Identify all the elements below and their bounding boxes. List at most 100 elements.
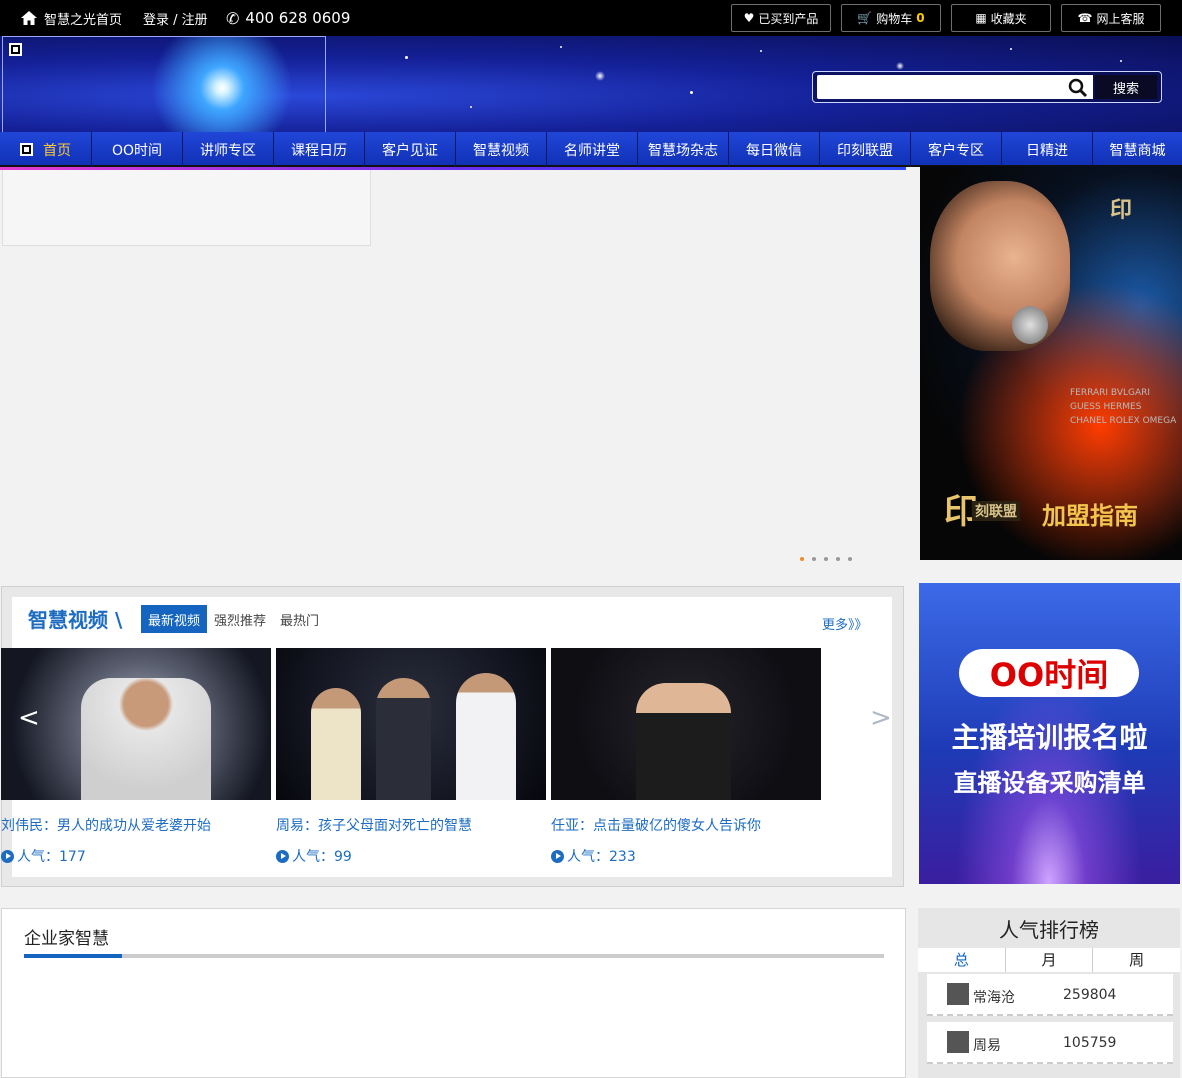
chat-icon: ☎ [1077, 11, 1093, 25]
slider-dot[interactable] [848, 557, 852, 561]
ranking-title: 人气排行榜 [999, 918, 1099, 942]
broken-image-icon [9, 43, 22, 56]
home-label: 智慧之光首页 [44, 12, 123, 28]
phone-text: 400 628 0609 [245, 9, 351, 27]
nav-item-wisdom-mall[interactable]: 智慧商城 [1093, 132, 1182, 167]
header-banner: 搜索 [0, 36, 1182, 132]
logo-placeholder[interactable] [2, 36, 326, 132]
slider-dots [800, 557, 852, 561]
nav-item-wisdom-video[interactable]: 智慧视频 [456, 132, 547, 167]
ranking-value: 105759 [1063, 1035, 1117, 1051]
tab-latest-videos[interactable]: 最新视频 [141, 605, 208, 633]
favorites-button[interactable]: ▦ 收藏夹 [951, 4, 1051, 32]
enterprise-wisdom-section [1, 908, 906, 1078]
ad-brand-list: FERRARI BVLGARI GUESS HERMES CHANEL ROLE… [1070, 388, 1177, 426]
avatar [947, 1031, 969, 1053]
play-icon [551, 849, 564, 863]
video-thumbnail[interactable] [551, 648, 821, 800]
nav-item-customer-zone[interactable]: 客户专区 [911, 132, 1002, 167]
carousel-next-arrow[interactable]: > [870, 703, 892, 733]
cart-icon: 🛒 [857, 11, 873, 25]
oo-time-logo: OO时间 [959, 649, 1139, 697]
nav-item-daily-progress[interactable]: 日精进 [1002, 132, 1093, 167]
nav-item-imprint-alliance[interactable]: 印刻联盟 [820, 132, 911, 167]
broken-image-icon [20, 143, 33, 156]
home-icon [21, 11, 37, 25]
cart-button[interactable]: 🛒 购物车 0 [841, 4, 941, 32]
cart-label: 购物车 [876, 11, 913, 26]
search-input[interactable] [817, 75, 1093, 99]
microphone-icon [1012, 306, 1048, 344]
nav-item-master-lectures[interactable]: 名师讲堂 [547, 132, 638, 167]
section-underline [24, 954, 884, 958]
bought-products-button[interactable]: ♥ 已买到产品 [731, 4, 831, 32]
speaker-photo [930, 181, 1070, 351]
cart-count: 0 [916, 11, 925, 25]
video-caption[interactable]: 周易：孩子父母面对死亡的智慧 [276, 815, 472, 835]
slider-dot[interactable] [836, 557, 840, 561]
popularity-text: 人气：99 [292, 849, 352, 865]
video-thumbnail[interactable] [276, 648, 546, 800]
tab-most-popular[interactable]: 最热门 [273, 605, 326, 633]
carousel-prev-arrow[interactable]: < [18, 703, 40, 733]
ranking-name: 常海沧 [973, 990, 1015, 1006]
ranking-row[interactable]: 常海沧 259804 [927, 974, 1173, 1016]
oo-time-ad-banner[interactable]: OO时间 主播培训报名啦 直播设备采购清单 [919, 583, 1180, 884]
video-thumbnail[interactable] [1, 648, 271, 800]
ad-line-2: 直播设备采购清单 [953, 769, 1146, 797]
video-caption[interactable]: 任亚：点击量破亿的傻女人告诉你 [551, 815, 761, 835]
ranking-tab-month[interactable]: 月 [1006, 948, 1094, 972]
popularity-text: 人气：233 [567, 849, 636, 865]
slider-image-placeholder[interactable] [2, 170, 371, 246]
nav-label: 首页 [43, 142, 71, 159]
home-link[interactable]: 智慧之光首页 [20, 0, 122, 36]
heart-icon: ♥ [743, 11, 755, 25]
ranking-value: 259804 [1063, 987, 1117, 1003]
tab-recommended[interactable]: 强烈推荐 [207, 605, 273, 633]
video-popularity: 人气：177 [1, 846, 86, 866]
nav-item-home[interactable]: 首页 [0, 132, 92, 167]
top-bar: 智慧之光首页 登录 / 注册 ✆ 400 628 0609 ♥ 已买到产品 🛒 … [0, 0, 1182, 36]
play-icon [276, 849, 289, 863]
play-icon [1, 849, 14, 863]
phone-icon: ✆ [226, 8, 240, 28]
search-icon[interactable] [1068, 78, 1088, 98]
nav-item-magazine[interactable]: 智慧场杂志 [638, 132, 729, 167]
slider-dot[interactable] [824, 557, 828, 561]
nav-item-testimonials[interactable]: 客户见证 [365, 132, 456, 167]
nav-item-oo-time[interactable]: OO时间 [92, 132, 183, 167]
ranking-tab-week[interactable]: 周 [1093, 948, 1180, 972]
main-nav: 首页 OO时间 讲师专区 课程日历 客户见证 智慧视频 名师讲堂 智慧场杂志 每… [0, 132, 1182, 167]
alliance-ad-banner[interactable]: 印 FERRARI BVLGARI GUESS HERMES CHANEL RO… [920, 166, 1182, 560]
ranking-name: 周易 [973, 1038, 1001, 1054]
favorites-label: 收藏夹 [990, 11, 1027, 26]
nav-item-lecturers[interactable]: 讲师专区 [183, 132, 274, 167]
search-box: 搜索 [812, 71, 1162, 103]
ad-brand-sub: 刻联盟 [972, 501, 1020, 521]
ad-title: 加盟指南 [1042, 502, 1138, 530]
enterprise-wisdom-title: 企业家智慧 [24, 929, 109, 949]
popularity-text: 人气：177 [17, 849, 86, 865]
video-tabs: 最新视频 强烈推荐 最热门 [141, 605, 326, 633]
nav-item-course-calendar[interactable]: 课程日历 [274, 132, 365, 167]
ad-line-1: 主播培训报名啦 [951, 721, 1148, 754]
ad-logo: 印 [1110, 197, 1133, 223]
bought-products-label: 已买到产品 [758, 11, 819, 26]
ranking-row[interactable]: 周易 105759 [927, 1022, 1173, 1064]
ranking-tab-total[interactable]: 总 [918, 948, 1006, 972]
slider-dot[interactable] [812, 557, 816, 561]
search-button[interactable]: 搜索 [1095, 75, 1157, 99]
phone-number: ✆ 400 628 0609 [226, 0, 350, 36]
section-title: 智慧视频 \ [28, 608, 123, 632]
slider-dot[interactable] [800, 557, 804, 561]
video-popularity: 人气：99 [276, 846, 352, 866]
more-link[interactable]: 更多》》 [822, 614, 868, 633]
video-popularity: 人气：233 [551, 846, 636, 866]
video-caption[interactable]: 刘伟民：男人的成功从爱老婆开始 [1, 815, 211, 835]
ranking-tabs: 总 月 周 [918, 948, 1180, 972]
online-service-label: 网上客服 [1096, 11, 1145, 26]
online-service-button[interactable]: ☎ 网上客服 [1061, 4, 1161, 32]
login-register-link[interactable]: 登录 / 注册 [143, 0, 208, 36]
avatar [947, 983, 969, 1005]
nav-item-daily-wechat[interactable]: 每日微信 [729, 132, 820, 167]
